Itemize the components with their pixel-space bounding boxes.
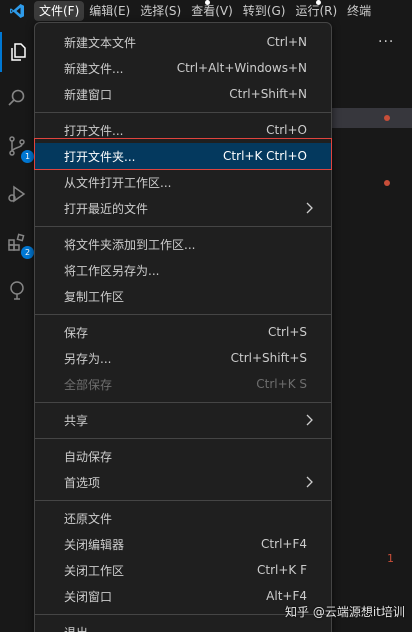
menu-item[interactable]: 打开文件夹... Ctrl+K Ctrl+O bbox=[35, 143, 331, 169]
menu-item[interactable]: 关闭工作区 Ctrl+K F bbox=[35, 557, 331, 583]
menu-item-label: 新建文件... bbox=[64, 61, 124, 76]
remote-explorer-icon[interactable] bbox=[0, 270, 34, 310]
menu-item-label: 新建文本文件 bbox=[64, 35, 137, 50]
menu-item[interactable]: 保存 Ctrl+S bbox=[35, 319, 331, 345]
chevron-right-icon bbox=[305, 414, 313, 429]
menu-item-shortcut: Ctrl+Shift+S bbox=[230, 351, 307, 365]
chevron-right-icon bbox=[305, 202, 313, 217]
menu-item[interactable]: 首选项 bbox=[35, 469, 331, 495]
menu-item-shortcut: Ctrl+O bbox=[266, 123, 307, 137]
menu-item-label: 将工作区另存为... bbox=[64, 263, 160, 278]
menu-separator bbox=[35, 500, 331, 501]
menu-1[interactable]: 编辑(E) bbox=[84, 1, 135, 21]
menu-item-shortcut: Ctrl+S bbox=[267, 325, 307, 339]
menu-item-label: 退出 bbox=[64, 624, 88, 632]
menu-item[interactable]: 另存为... Ctrl+Shift+S bbox=[35, 345, 331, 371]
menu-item-shortcut: Alt+F4 bbox=[266, 589, 307, 603]
menu-item[interactable]: 退出 bbox=[35, 619, 331, 632]
menu-item[interactable]: 将工作区另存为... bbox=[35, 257, 331, 283]
menu-item[interactable]: 还原文件 bbox=[35, 505, 331, 531]
menu-separator bbox=[35, 438, 331, 439]
menu-separator bbox=[35, 226, 331, 227]
menu-item[interactable]: 新建文本文件 Ctrl+N bbox=[35, 29, 331, 55]
menu-item-label: 自动保存 bbox=[64, 449, 113, 464]
modified-dot-icon bbox=[384, 180, 390, 186]
menu-4[interactable]: 转到(G) bbox=[238, 1, 291, 21]
menu-item-label: 共享 bbox=[64, 413, 89, 428]
menu-item-shortcut: Ctrl+Alt+Windows+N bbox=[176, 61, 307, 75]
menu-item-label: 保存 bbox=[64, 325, 89, 340]
menu-separator bbox=[35, 112, 331, 113]
menu-separator bbox=[35, 314, 331, 315]
menu-item[interactable]: 打开最近的文件 bbox=[35, 195, 331, 221]
menu-2[interactable]: 选择(S) bbox=[135, 1, 186, 21]
menu-item[interactable]: 新建窗口 Ctrl+Shift+N bbox=[35, 81, 331, 107]
menu-item-label: 关闭窗口 bbox=[64, 589, 113, 604]
menu-item-label: 还原文件 bbox=[64, 511, 113, 526]
menu-item[interactable]: 新建文件... Ctrl+Alt+Windows+N bbox=[35, 55, 331, 81]
file-menu: 新建文本文件 Ctrl+N 新建文件... Ctrl+Alt+Windows+N 新建窗… bbox=[34, 22, 332, 632]
menu-item-label: 关闭编辑器 bbox=[64, 537, 125, 552]
menu-item[interactable]: 关闭编辑器 Ctrl+F4 bbox=[35, 531, 331, 557]
menu-item-shortcut: Ctrl+F4 bbox=[261, 537, 307, 551]
modified-dot-icon bbox=[384, 115, 390, 121]
run-debug-icon[interactable] bbox=[0, 174, 34, 214]
menu-0[interactable]: 文件(F) bbox=[34, 1, 85, 21]
source-control-badge: 1 bbox=[21, 150, 34, 163]
menu-item-label: 打开文件... bbox=[64, 123, 124, 138]
menu-item: 全部保存 Ctrl+K S bbox=[35, 371, 331, 397]
menu-item-label: 新建窗口 bbox=[64, 87, 113, 102]
unsaved-indicator-icon bbox=[316, 0, 321, 5]
menu-item[interactable]: 自动保存 bbox=[35, 443, 331, 469]
menu-item[interactable]: 从文件打开工作区... bbox=[35, 169, 331, 195]
explorer-icon[interactable] bbox=[0, 32, 34, 72]
menu-item-label: 打开最近的文件 bbox=[64, 201, 149, 216]
menu-item-shortcut: Ctrl+N bbox=[266, 35, 307, 49]
menu-separator bbox=[35, 402, 331, 403]
menu-item-label: 首选项 bbox=[64, 475, 101, 490]
menu-item-label: 从文件打开工作区... bbox=[64, 175, 172, 190]
more-actions-icon[interactable]: ··· bbox=[378, 34, 394, 50]
extensions-badge: 2 bbox=[21, 246, 34, 259]
menu-item[interactable]: 共享 bbox=[35, 407, 331, 433]
menu-item-shortcut: Ctrl+K Ctrl+O bbox=[223, 149, 307, 163]
menu-item-label: 关闭工作区 bbox=[64, 563, 125, 578]
selected-tree-row[interactable] bbox=[330, 108, 412, 128]
menu-item[interactable]: 复制工作区 bbox=[35, 283, 331, 309]
menu-3[interactable]: 查看(V) bbox=[186, 1, 238, 21]
menu-item-label: 另存为... bbox=[64, 351, 112, 366]
menu-item-label: 打开文件夹... bbox=[64, 149, 136, 164]
activity-bar: 1 2 bbox=[0, 22, 34, 632]
search-icon[interactable] bbox=[0, 78, 34, 118]
unsaved-indicator-icon bbox=[205, 0, 210, 5]
watermark: 知乎 @云端源想it培训 bbox=[285, 605, 405, 619]
menu-item-label: 将文件夹添加到工作区... bbox=[64, 237, 196, 252]
menu-item-label: 复制工作区 bbox=[64, 289, 125, 304]
menu-item[interactable]: 打开文件... Ctrl+O bbox=[35, 117, 331, 143]
chevron-right-icon bbox=[305, 476, 313, 491]
problem-count: 1 bbox=[387, 552, 394, 565]
menu-item-shortcut: Ctrl+Shift+N bbox=[229, 87, 307, 101]
menu-6[interactable]: 终端 bbox=[342, 1, 376, 21]
menu-item-shortcut: Ctrl+K S bbox=[256, 377, 307, 391]
menu-item[interactable]: 将文件夹添加到工作区... bbox=[35, 231, 331, 257]
menu-item-label: 全部保存 bbox=[64, 377, 113, 392]
vscode-logo-icon[interactable] bbox=[0, 0, 34, 22]
menu-item-shortcut: Ctrl+K F bbox=[257, 563, 307, 577]
